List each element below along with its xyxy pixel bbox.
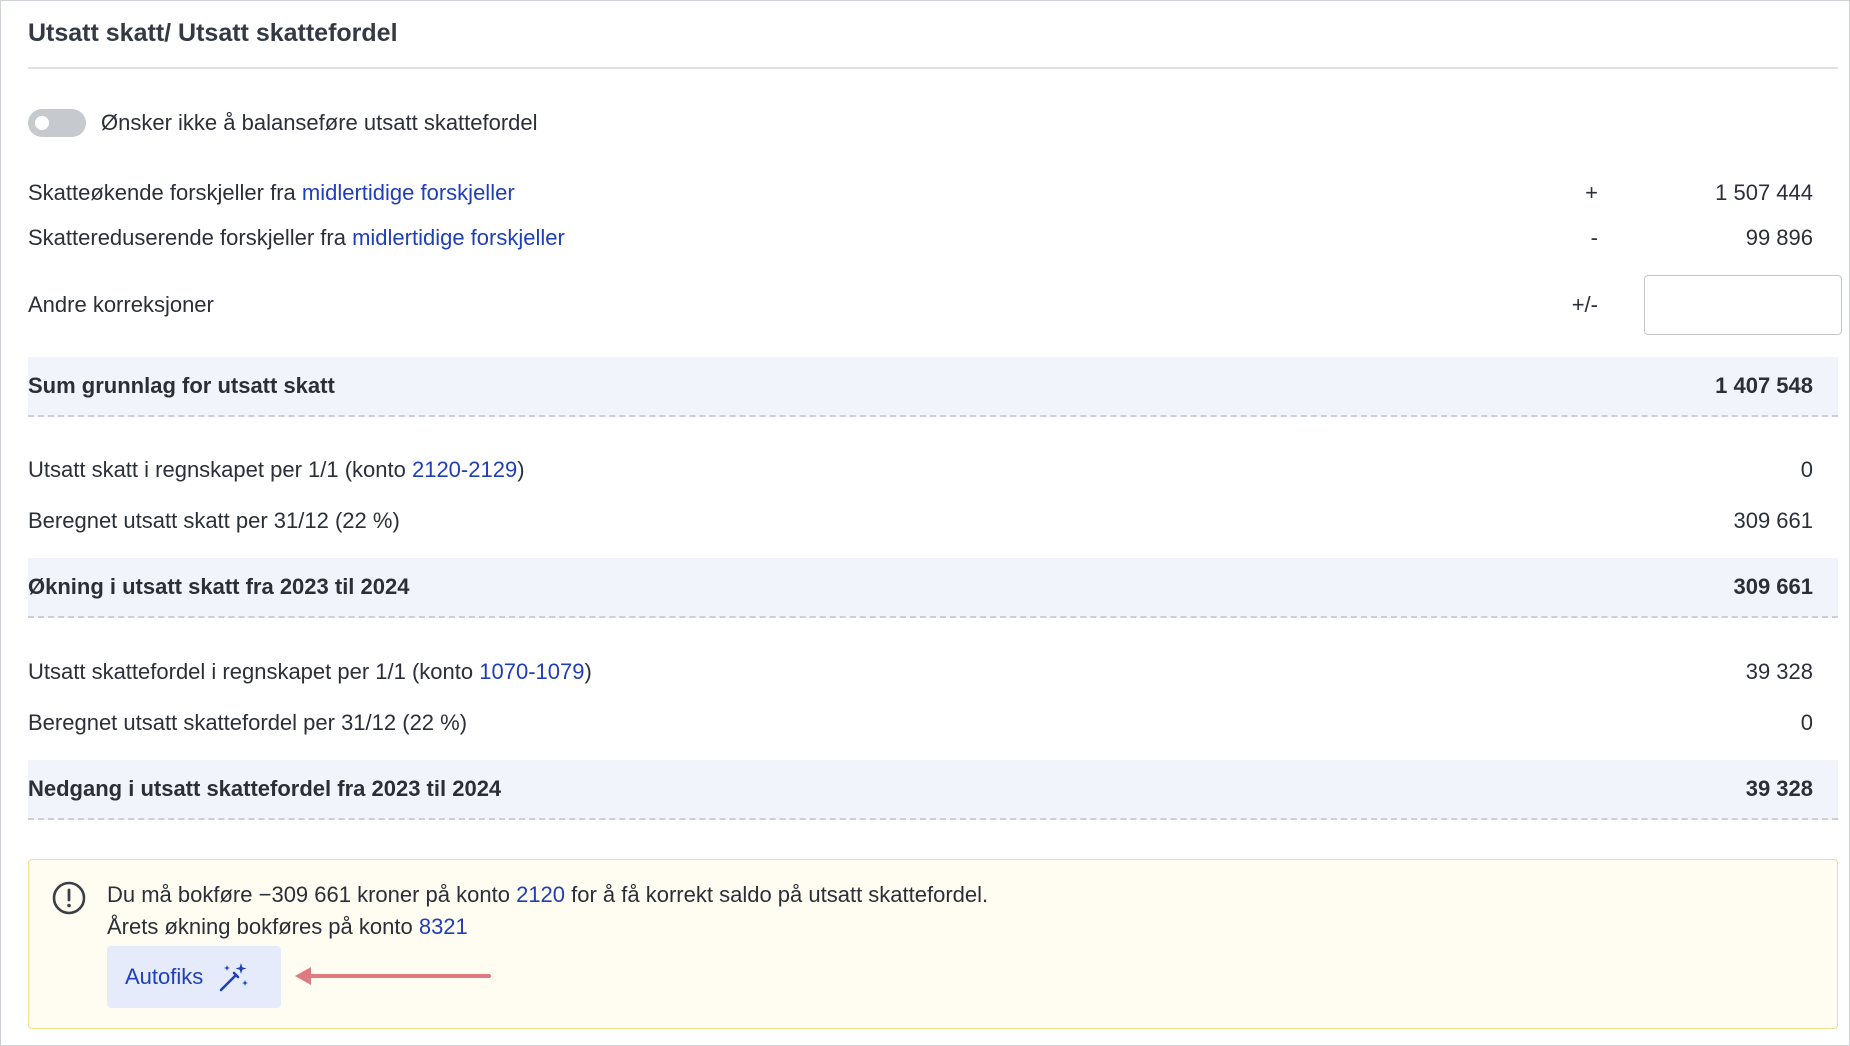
row-label: Beregnet utsatt skattefordel per 31/12 (… [28, 710, 468, 735]
row-sign: +/- [1571, 292, 1598, 317]
row-label-suffix: ) [584, 659, 592, 684]
row-tax-reducing-differences: Skattereduserende forskjeller fra midler… [28, 218, 1838, 258]
row-label: Nedgang i utsatt skattefordel fra 2023 t… [28, 776, 502, 801]
row-deferred-tax-calculated: Beregnet utsatt skatt per 31/12 (22 %) 3… [28, 501, 1838, 541]
alert-message: Du må bokføre −309 661 kroner på konto 2… [107, 882, 988, 908]
alert-message-text: Du må bokføre −309 661 kroner på konto [107, 882, 517, 907]
posting-alert: Du må bokføre −309 661 kroner på konto 2… [28, 859, 1838, 1029]
row-deferred-tax-increase: Økning i utsatt skatt fra 2023 til 2024 … [28, 558, 1838, 618]
alert-message-suffix: for å få korrekt saldo på utsatt skattef… [565, 882, 989, 907]
title-divider [28, 67, 1838, 69]
row-label-text: Utsatt skattefordel i regnskapet per 1/1… [28, 659, 480, 684]
alert-message-text: Årets økning bokføres på konto [107, 914, 419, 939]
exclamation-circle-icon [52, 881, 86, 915]
row-label: Beregnet utsatt skatt per 31/12 (22 %) [28, 508, 400, 533]
row-value: 99 896 [1745, 225, 1813, 250]
autofix-button[interactable]: Autofiks [107, 946, 281, 1008]
row-sign: - [1590, 225, 1598, 250]
row-deferred-asset-opening: Utsatt skattefordel i regnskapet per 1/1… [28, 652, 1838, 692]
temporary-differences-link[interactable]: midlertidige forskjeller [302, 180, 515, 205]
row-value: 1 507 444 [1715, 180, 1813, 205]
arrow-annotation-icon [295, 967, 491, 985]
account-2120-link[interactable]: 2120 [516, 882, 565, 907]
row-label: Sum grunnlag for utsatt skatt [28, 373, 335, 398]
autofix-label: Autofiks [125, 964, 204, 989]
row-value: 0 [1800, 457, 1813, 482]
row-label: Skatteøkende forskjeller fra midlertidig… [28, 180, 515, 206]
account-range-link[interactable]: 1070-1079 [479, 659, 584, 684]
balance-toggle-switch[interactable] [28, 109, 86, 137]
row-label: Utsatt skattefordel i regnskapet per 1/1… [28, 659, 592, 685]
row-sum-basis: Sum grunnlag for utsatt skatt 1 407 548 [28, 357, 1838, 417]
alert-message-line2: Årets økning bokføres på konto 8321 [107, 914, 468, 940]
row-label: Skattereduserende forskjeller fra midler… [28, 225, 565, 251]
account-8321-link[interactable]: 8321 [419, 914, 468, 939]
row-deferred-tax-opening: Utsatt skatt i regnskapet per 1/1 (konto… [28, 450, 1838, 490]
row-value: 39 328 [1745, 659, 1813, 684]
row-sign: + [1585, 180, 1598, 205]
row-label: Andre korreksjoner [28, 292, 214, 317]
row-other-corrections: Andre korreksjoner +/- [28, 275, 1842, 335]
row-value: 39 328 [1745, 776, 1813, 801]
temporary-differences-link[interactable]: midlertidige forskjeller [352, 225, 565, 250]
row-label-text: Skattereduserende forskjeller fra [28, 225, 353, 250]
row-label-suffix: ) [517, 457, 525, 482]
row-deferred-asset-decrease: Nedgang i utsatt skattefordel fra 2023 t… [28, 760, 1838, 820]
row-value: 0 [1800, 710, 1813, 735]
toggle-row: Ønsker ikke å balanseføre utsatt skattef… [28, 107, 538, 139]
row-value: 309 661 [1733, 508, 1813, 533]
row-value: 309 661 [1733, 574, 1813, 599]
row-label-text: Skatteøkende forskjeller fra [28, 180, 302, 205]
row-deferred-asset-calculated: Beregnet utsatt skattefordel per 31/12 (… [28, 703, 1838, 743]
section-title: Utsatt skatt/ Utsatt skattefordel [28, 19, 398, 47]
other-corrections-input[interactable] [1644, 275, 1842, 335]
account-range-link[interactable]: 2120-2129 [412, 457, 517, 482]
magic-wand-icon [219, 963, 249, 992]
toggle-label: Ønsker ikke å balanseføre utsatt skattef… [101, 110, 538, 135]
row-label-text: Utsatt skatt i regnskapet per 1/1 (konto [28, 457, 412, 482]
row-label: Økning i utsatt skatt fra 2023 til 2024 [28, 574, 410, 599]
toggle-knob [35, 116, 49, 130]
row-value: 1 407 548 [1715, 373, 1813, 398]
row-label: Utsatt skatt i regnskapet per 1/1 (konto… [28, 457, 525, 483]
row-tax-increasing-differences: Skatteøkende forskjeller fra midlertidig… [28, 173, 1838, 213]
deferred-tax-panel: Utsatt skatt/ Utsatt skattefordel Ønsker… [0, 0, 1850, 1046]
